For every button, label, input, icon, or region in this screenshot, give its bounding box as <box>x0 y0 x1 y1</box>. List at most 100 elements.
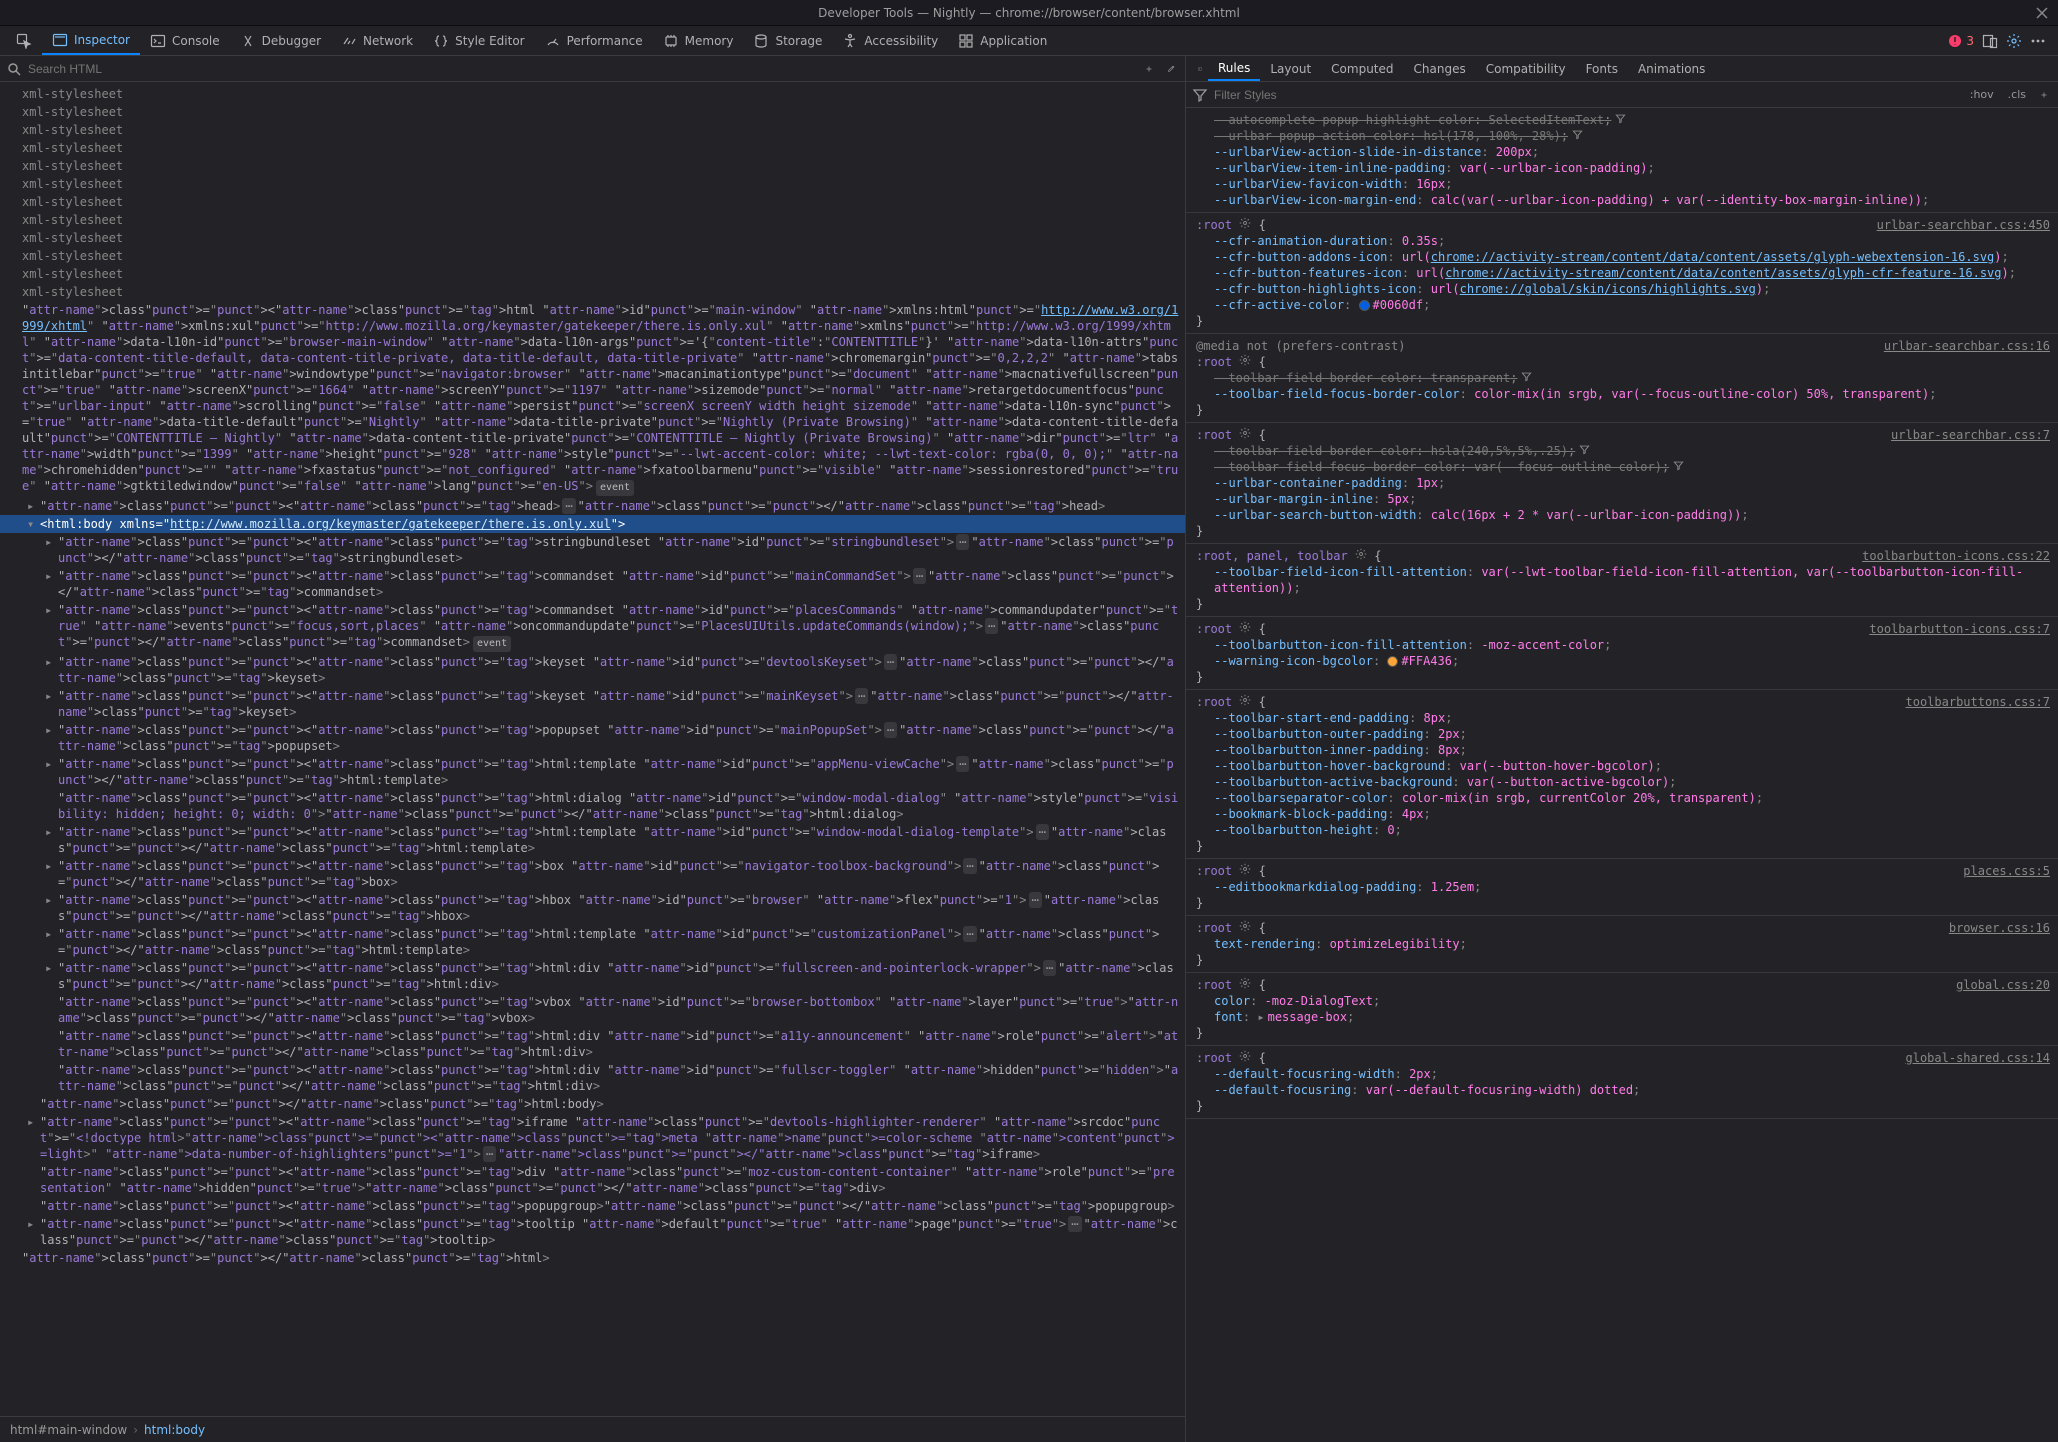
rule-source-link[interactable]: toolbarbutton-icons.css:22 <box>1862 548 2050 564</box>
markup-line[interactable]: "attr-name">class"punct">="punct"></"att… <box>0 1249 1185 1267</box>
markup-line[interactable]: ▸"attr-name">class"punct">="punct"><"att… <box>0 687 1185 721</box>
markup-line[interactable]: ▸"attr-name">class"punct">="punct"><"att… <box>0 533 1185 567</box>
markup-line[interactable]: xml-stylesheet <box>0 103 1185 121</box>
filter-styles-input[interactable] <box>1214 88 1960 102</box>
close-window-icon[interactable] <box>2034 5 2050 21</box>
css-declaration[interactable]: --default-focusring-width: 2px; <box>1196 1066 2050 1082</box>
filter-icon[interactable] <box>1615 113 1626 127</box>
css-declaration[interactable]: --cfr-animation-duration: 0.35s; <box>1196 233 2050 249</box>
css-declaration[interactable]: --cfr-active-color: #0060df; <box>1196 297 2050 313</box>
event-badge[interactable]: event <box>596 480 634 496</box>
color-swatch[interactable] <box>1387 656 1398 667</box>
css-declaration[interactable]: --cfr-button-addons-icon: url(chrome://a… <box>1196 249 2050 265</box>
markup-line[interactable]: "attr-name">class"punct">="punct"><"attr… <box>0 1061 1185 1095</box>
ellipsis-badge[interactable]: ⋯ <box>483 1146 496 1162</box>
tab-style-editor[interactable]: Style Editor <box>423 26 534 55</box>
rule-source-link[interactable]: urlbar-searchbar.css:16 <box>1884 338 2050 354</box>
markup-line[interactable]: xml-stylesheet <box>0 175 1185 193</box>
markup-line[interactable]: ▸"attr-name">class"punct">="punct"><"att… <box>0 857 1185 891</box>
css-declaration[interactable]: --autocomplete-popup-highlight-color: Se… <box>1196 112 2050 128</box>
css-declaration[interactable]: --default-focusring: var(--default-focus… <box>1196 1082 2050 1098</box>
markup-line[interactable]: "attr-name">class"punct">="punct"><"attr… <box>0 993 1185 1027</box>
css-declaration[interactable]: --toolbarbutton-outer-padding: 2px; <box>1196 726 2050 742</box>
tab-changes[interactable]: Changes <box>1404 56 1476 81</box>
tab-storage[interactable]: Storage <box>743 26 832 55</box>
pick-element-button[interactable] <box>6 26 42 55</box>
filter-icon[interactable] <box>1521 371 1532 385</box>
event-badge[interactable]: event <box>473 636 511 652</box>
markup-line[interactable]: "attr-name">class"punct">="punct"><"attr… <box>0 1197 1185 1215</box>
markup-line[interactable]: ▸"attr-name">class"punct">="punct"><"att… <box>0 823 1185 857</box>
rule-source-link[interactable]: global-shared.css:14 <box>1906 1050 2051 1066</box>
markup-line[interactable]: ▸"attr-name">class"punct">="punct"><"att… <box>0 1113 1185 1163</box>
css-declaration[interactable]: --warning-icon-bgcolor: #FFA436; <box>1196 653 2050 669</box>
css-declaration[interactable]: --urlbarView-item-inline-padding: var(--… <box>1196 160 2050 176</box>
eyedropper-button[interactable] <box>1163 61 1179 77</box>
twisty-icon[interactable]: ▸ <box>45 654 55 670</box>
rule-source-link[interactable]: toolbarbutton-icons.css:7 <box>1869 621 2050 637</box>
markup-line[interactable]: ▸"attr-name">class"punct">="punct"><"att… <box>0 601 1185 653</box>
filter-icon[interactable] <box>1572 129 1583 143</box>
markup-line[interactable]: ▸"attr-name">class"punct">="punct"><"att… <box>0 959 1185 993</box>
url-link[interactable]: chrome://activity-stream/content/data/co… <box>1445 266 2001 280</box>
rule-source-link[interactable]: urlbar-searchbar.css:7 <box>1891 427 2050 443</box>
css-declaration[interactable]: --toolbarbutton-inner-padding: 8px; <box>1196 742 2050 758</box>
css-declaration[interactable]: --toolbar-start-end-padding: 8px; <box>1196 710 2050 726</box>
gear-icon[interactable] <box>1355 549 1367 563</box>
markup-line[interactable]: "attr-name">class"punct">="punct"><"attr… <box>0 301 1185 497</box>
gear-icon[interactable] <box>1239 1051 1251 1065</box>
url-link[interactable]: chrome://global/skin/icons/highlights.sv… <box>1460 282 1756 296</box>
error-count[interactable]: 3 <box>1947 33 1974 49</box>
tab-console[interactable]: Console <box>140 26 230 55</box>
tab-application[interactable]: Application <box>948 26 1057 55</box>
breadcrumb-item[interactable]: html#main-window <box>10 1423 127 1437</box>
cls-toggle[interactable]: .cls <box>2004 88 2030 101</box>
markup-line[interactable]: xml-stylesheet <box>0 211 1185 229</box>
css-declaration[interactable]: color: -moz-DialogText; <box>1196 993 2050 1009</box>
rules-list[interactable]: --autocomplete-popup-highlight-color: Se… <box>1186 108 2058 1442</box>
rule-source-link[interactable]: global.css:20 <box>1956 977 2050 993</box>
css-declaration[interactable]: --urlbarView-action-slide-in-distance: 2… <box>1196 144 2050 160</box>
twisty-icon[interactable]: ▸ <box>27 1114 37 1130</box>
tab-inspector[interactable]: Inspector <box>42 26 140 55</box>
css-declaration[interactable]: --urlbar-popup-action-color: hsl(178, 10… <box>1196 128 2050 144</box>
css-declaration[interactable]: --cfr-button-features-icon: url(chrome:/… <box>1196 265 2050 281</box>
rule-source-link[interactable]: toolbarbuttons.css:7 <box>1906 694 2051 710</box>
css-declaration[interactable]: --toolbar-field-icon-fill-attention: var… <box>1196 564 2050 596</box>
markup-line[interactable]: ▸"attr-name">class"punct">="punct"><"att… <box>0 755 1185 789</box>
css-declaration[interactable]: font: ▸message-box; <box>1196 1009 2050 1025</box>
twisty-icon[interactable]: ▸ <box>27 498 37 514</box>
ellipsis-badge[interactable]: ⋯ <box>1068 1216 1081 1232</box>
tab-debugger[interactable]: Debugger <box>230 26 331 55</box>
ellipsis-badge[interactable]: ⋯ <box>884 654 897 670</box>
breadcrumb-item[interactable]: html:body <box>144 1423 205 1437</box>
markup-line[interactable]: ▾<html:body xmlns="http://www.mozilla.or… <box>0 515 1185 533</box>
css-declaration[interactable]: --toolbarseparator-color: color-mix(in s… <box>1196 790 2050 806</box>
css-declaration[interactable]: text-rendering: optimizeLegibility; <box>1196 936 2050 952</box>
twisty-icon[interactable]: ▸ <box>45 926 55 942</box>
ellipsis-badge[interactable]: ⋯ <box>884 722 897 738</box>
twisty-icon[interactable]: ▾ <box>27 516 37 532</box>
ellipsis-badge[interactable]: ⋯ <box>1043 960 1056 976</box>
ellipsis-badge[interactable]: ⋯ <box>985 618 998 634</box>
twisty-icon[interactable]: ▸ <box>45 858 55 874</box>
kebab-icon[interactable] <box>2030 33 2046 49</box>
rule-source-link[interactable]: places.css:5 <box>1963 863 2050 879</box>
css-declaration[interactable]: --urlbarView-favicon-width: 16px; <box>1196 176 2050 192</box>
shorthand-twisty-icon[interactable]: ▸ <box>1257 1010 1264 1024</box>
css-declaration[interactable]: --toolbarbutton-active-background: var(-… <box>1196 774 2050 790</box>
twisty-icon[interactable]: ▸ <box>45 824 55 840</box>
rule-source-link[interactable]: browser.css:16 <box>1949 920 2050 936</box>
customize-icon[interactable] <box>2006 33 2022 49</box>
markup-line[interactable]: ▸"attr-name">class"punct">="punct"><"att… <box>0 721 1185 755</box>
markup-line[interactable]: xml-stylesheet <box>0 247 1185 265</box>
tab-rules[interactable]: Rules <box>1208 56 1260 81</box>
ellipsis-badge[interactable]: ⋯ <box>956 534 969 550</box>
markup-line[interactable]: "attr-name">class"punct">="punct"><"attr… <box>0 1027 1185 1061</box>
sidebar-toggle-icon[interactable] <box>1192 61 1208 77</box>
markup-line[interactable]: xml-stylesheet <box>0 265 1185 283</box>
tab-computed[interactable]: Computed <box>1321 56 1403 81</box>
markup-line[interactable]: ▸"attr-name">class"punct">="punct"><"att… <box>0 925 1185 959</box>
ellipsis-badge[interactable]: ⋯ <box>963 858 976 874</box>
search-html-input[interactable] <box>28 62 1135 76</box>
